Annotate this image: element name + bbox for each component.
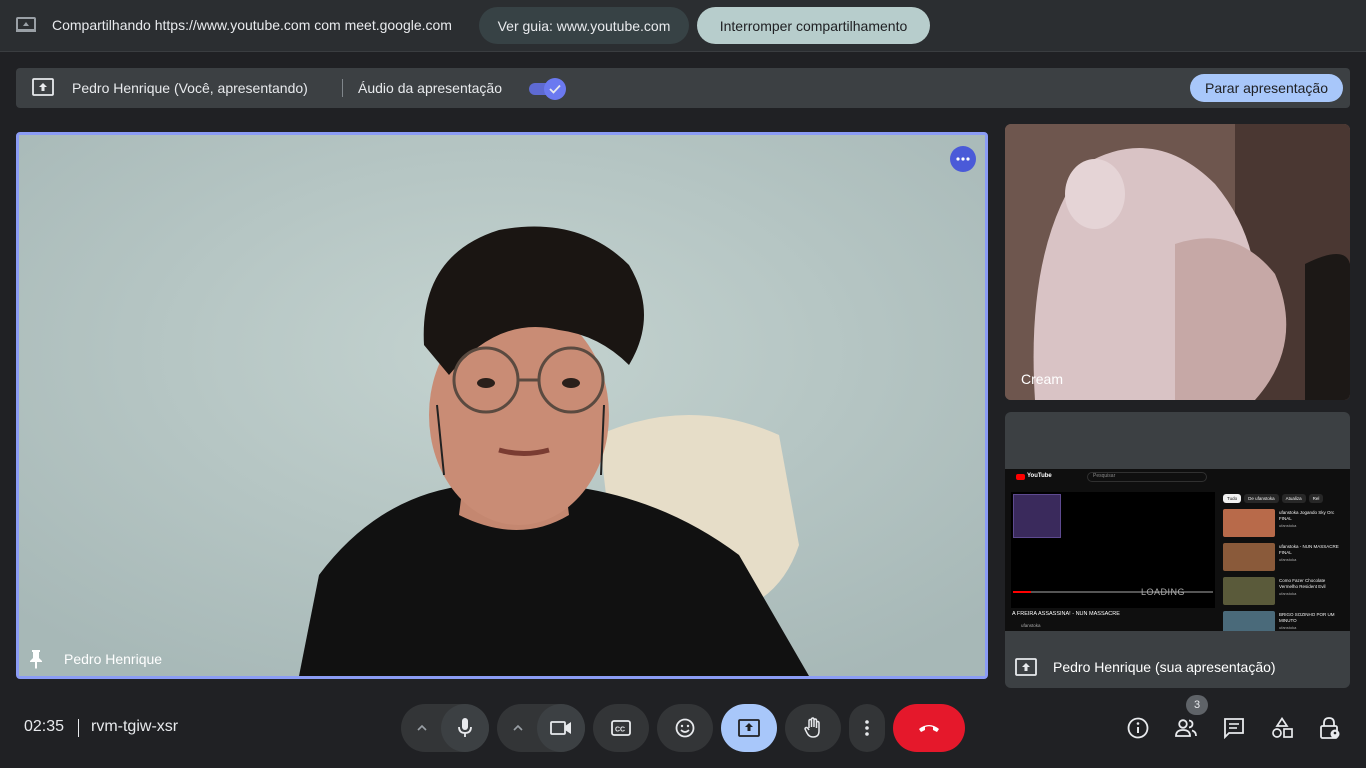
- captions-button[interactable]: CC: [593, 704, 649, 752]
- present-screen-icon: [32, 78, 54, 96]
- divider: [78, 719, 79, 737]
- youtube-filter-chips: Tudo De ufanstoka Atualiza Rel: [1223, 494, 1324, 503]
- youtube-related-list: ufanstoka Jogando Sky Orc FINAL ufanstok…: [1223, 509, 1345, 631]
- microphone-control-group: [401, 704, 489, 752]
- youtube-video-title: A FREIRA ASSASSINA! - NUN MASSACRE: [1012, 611, 1120, 617]
- youtube-chip: De ufanstoka: [1244, 494, 1279, 503]
- presentation-audio-label: Áudio da apresentação: [358, 80, 502, 96]
- more-vert-icon: [865, 720, 869, 736]
- lock-person-icon: [1320, 717, 1340, 739]
- youtube-chip: Atualiza: [1281, 494, 1306, 503]
- youtube-miniplayer: [1013, 494, 1061, 538]
- youtube-logo: YouTube: [1027, 473, 1052, 479]
- activities-icon: [1272, 717, 1293, 738]
- youtube-channel-name: ufanstoka: [1021, 623, 1041, 628]
- present-screen-icon: [1015, 658, 1037, 676]
- videocam-icon: [550, 721, 571, 735]
- camera-button[interactable]: [537, 704, 585, 752]
- chevron-up-icon[interactable]: [511, 721, 525, 735]
- leave-call-button[interactable]: [893, 704, 965, 752]
- more-options-button[interactable]: [849, 704, 885, 752]
- sharing-banner: Compartilhando https://www.youtube.com c…: [0, 0, 1366, 52]
- participant-name: Pedro Henrique: [64, 651, 163, 667]
- participant-video: [19, 135, 985, 676]
- presentation-bar: Pedro Henrique (Você, apresentando) Áudi…: [16, 68, 1350, 108]
- host-controls-button[interactable]: [1314, 712, 1346, 744]
- chat-button[interactable]: [1218, 712, 1250, 744]
- microphone-button[interactable]: [441, 704, 489, 752]
- view-tab-button[interactable]: Ver guia: www.youtube.com: [479, 7, 689, 44]
- hand-icon: [804, 717, 820, 738]
- youtube-progress-fill: [1013, 591, 1031, 593]
- people-button[interactable]: [1170, 712, 1202, 744]
- people-icon: [1175, 719, 1197, 737]
- presenter-label: Pedro Henrique (Você, apresentando): [72, 80, 308, 96]
- meeting-code: rvm-tgiw-xsr: [91, 718, 179, 735]
- pin-icon[interactable]: [29, 649, 43, 669]
- list-item: ufanstoka Jogando Sky Orc FINAL ufanstok…: [1223, 509, 1345, 541]
- more-horiz-icon: [956, 157, 970, 161]
- present-to-all-icon: [738, 719, 760, 737]
- check-icon: [549, 84, 561, 94]
- presentation-audio-toggle[interactable]: [529, 78, 566, 100]
- participant-count-badge: 3: [1186, 695, 1208, 715]
- microphone-icon: [458, 718, 472, 737]
- youtube-logo-icon: [1016, 474, 1025, 480]
- meeting-details-button[interactable]: [1122, 712, 1154, 744]
- call-end-icon: [919, 725, 939, 732]
- chevron-up-icon[interactable]: [415, 721, 429, 735]
- reactions-button[interactable]: [657, 704, 713, 752]
- participant-name: Pedro Henrique (sua apresentação): [1053, 659, 1276, 675]
- youtube-chip: Rel: [1308, 494, 1324, 503]
- camera-control-group: [497, 704, 585, 752]
- raise-hand-button[interactable]: [785, 704, 841, 752]
- youtube-loading-text: LOADING: [1141, 587, 1186, 597]
- list-item: ufanstoka - NUN MASSACRE FINAL ufanstoka: [1223, 543, 1345, 575]
- participant-tile-cream[interactable]: Cream: [1005, 124, 1350, 400]
- participant-name: Cream: [1021, 371, 1064, 387]
- presentation-preview: YouTube Pesquisar LOADING A FREIRA ASSAS…: [1005, 469, 1350, 631]
- stop-sharing-button[interactable]: Interromper compartilhamento: [697, 7, 930, 44]
- list-item: BRIGO SOZINHO POR UM MINUTO ufanstoka: [1223, 611, 1345, 631]
- emoji-icon: [675, 718, 695, 738]
- closed-caption-icon: CC: [611, 720, 631, 736]
- stop-presenting-button[interactable]: Parar apresentação: [1190, 74, 1343, 102]
- youtube-search-placeholder: Pesquisar: [1093, 473, 1116, 479]
- presentation-tile[interactable]: YouTube Pesquisar LOADING A FREIRA ASSAS…: [1005, 412, 1350, 688]
- activities-button[interactable]: [1266, 712, 1298, 744]
- list-item: Como Fazer Chocolate Vermelho Resident E…: [1223, 577, 1345, 609]
- youtube-chip: Tudo: [1223, 494, 1242, 503]
- divider: [342, 79, 343, 97]
- screen-share-icon: [16, 17, 36, 32]
- sharing-status-text: Compartilhando https://www.youtube.com c…: [52, 17, 452, 33]
- svg-text:CC: CC: [615, 727, 625, 734]
- participant-video: [1005, 124, 1350, 400]
- info-icon: [1127, 717, 1149, 739]
- present-screen-button[interactable]: [721, 704, 777, 752]
- main-participant-tile[interactable]: Pedro Henrique: [16, 132, 988, 679]
- meeting-clock: 02:35: [24, 718, 65, 735]
- chat-icon: [1224, 718, 1244, 739]
- tile-options-button[interactable]: [950, 146, 976, 172]
